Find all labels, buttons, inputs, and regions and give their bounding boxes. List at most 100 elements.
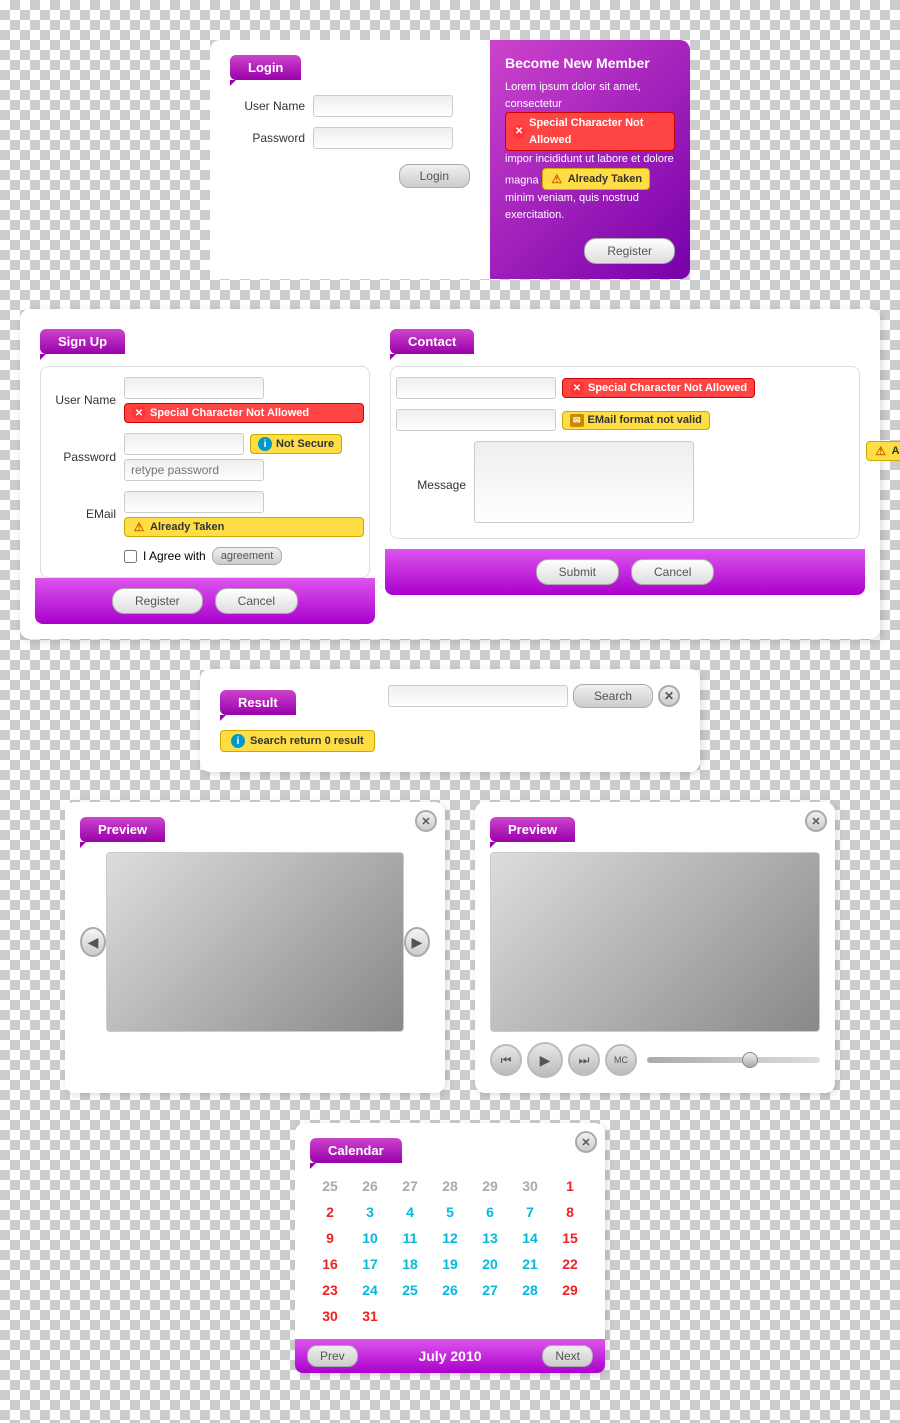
signup-username-label: User Name bbox=[46, 393, 116, 407]
email-icon: ✉ bbox=[570, 414, 584, 427]
calendar-day[interactable]: 15 bbox=[550, 1225, 590, 1251]
volume-slider[interactable] bbox=[647, 1057, 820, 1063]
calendar-day[interactable]: 8 bbox=[550, 1199, 590, 1225]
volume-knob[interactable] bbox=[742, 1052, 758, 1068]
agreement-link[interactable]: agreement bbox=[212, 547, 283, 565]
calendar-day[interactable]: 28 bbox=[430, 1173, 470, 1199]
password-label: Password bbox=[230, 131, 305, 145]
contact-message-textarea[interactable] bbox=[474, 441, 694, 523]
login-left-section: Login User Name Password Login bbox=[210, 40, 490, 279]
calendar-day[interactable]: 25 bbox=[390, 1277, 430, 1303]
calendar-prev-button[interactable]: Prev bbox=[307, 1345, 358, 1367]
calendar-day[interactable]: 20 bbox=[470, 1251, 510, 1277]
signup-register-button[interactable]: Register bbox=[112, 588, 203, 614]
calendar-day[interactable] bbox=[470, 1303, 510, 1329]
signup-email-input[interactable] bbox=[124, 491, 264, 513]
calendar-day[interactable]: 21 bbox=[510, 1251, 550, 1277]
register-button[interactable]: Register bbox=[584, 238, 675, 264]
calendar-day[interactable]: 31 bbox=[350, 1303, 390, 1329]
login-button[interactable]: Login bbox=[399, 164, 470, 188]
preview-row: ✕ Preview ◀ ▶ ✕ Preview ⏮ ▶ ⏭ MC bbox=[20, 802, 880, 1093]
contact-email-format-badge: ✉ EMail format not valid bbox=[562, 411, 710, 430]
signup-special-char-badge: ✕ Special Character Not Allowed bbox=[124, 403, 364, 423]
lorem-text: Lorem ipsum dolor sit amet, consectetur … bbox=[505, 79, 675, 223]
signup-password-input[interactable] bbox=[124, 433, 244, 455]
calendar-day[interactable]: 17 bbox=[350, 1251, 390, 1277]
contact-field1-input[interactable] bbox=[396, 377, 556, 399]
search-input[interactable] bbox=[388, 685, 568, 707]
preview-left-close-button[interactable]: ✕ bbox=[415, 810, 437, 832]
calendar-day[interactable]: 1 bbox=[550, 1173, 590, 1199]
calendar-day[interactable]: 29 bbox=[550, 1277, 590, 1303]
prev-arrow-button[interactable]: ◀ bbox=[80, 927, 106, 957]
calendar-day[interactable]: 7 bbox=[510, 1199, 550, 1225]
calendar-tab[interactable]: Calendar bbox=[310, 1138, 402, 1163]
calendar-day[interactable]: 2 bbox=[310, 1199, 350, 1225]
volume-button[interactable]: MC bbox=[605, 1044, 637, 1076]
calendar-close-button[interactable]: ✕ bbox=[575, 1131, 597, 1153]
calendar-day[interactable] bbox=[390, 1303, 430, 1329]
calendar-day[interactable]: 27 bbox=[470, 1277, 510, 1303]
calendar-grid: 2526272829301234567891011121314151617181… bbox=[310, 1173, 590, 1329]
signup-cancel-button[interactable]: Cancel bbox=[215, 588, 298, 614]
calendar-day[interactable]: 3 bbox=[350, 1199, 390, 1225]
calendar-day[interactable] bbox=[430, 1303, 470, 1329]
calendar-day[interactable]: 30 bbox=[510, 1173, 550, 1199]
calendar-day[interactable]: 12 bbox=[430, 1225, 470, 1251]
calendar-day[interactable]: 4 bbox=[390, 1199, 430, 1225]
signup-contact-panel: Sign Up User Name ✕ Special Character No… bbox=[20, 309, 880, 639]
result-tab[interactable]: Result bbox=[220, 690, 296, 715]
calendar-day[interactable]: 26 bbox=[430, 1277, 470, 1303]
preview-panel-left: ✕ Preview ◀ ▶ bbox=[65, 802, 445, 1093]
signup-email-row: EMail ⚠ Already Taken bbox=[46, 491, 364, 537]
skip-back-button[interactable]: ⏮ bbox=[490, 1044, 522, 1076]
play-button[interactable]: ▶ bbox=[527, 1042, 563, 1078]
calendar-day[interactable]: 24 bbox=[350, 1277, 390, 1303]
preview-left-tab[interactable]: Preview bbox=[80, 817, 165, 842]
calendar-day[interactable]: 14 bbox=[510, 1225, 550, 1251]
calendar-day[interactable]: 18 bbox=[390, 1251, 430, 1277]
calendar-day[interactable]: 25 bbox=[310, 1173, 350, 1199]
next-arrow-button[interactable]: ▶ bbox=[404, 927, 430, 957]
signup-username-input[interactable] bbox=[124, 377, 264, 399]
calendar-day[interactable]: 26 bbox=[350, 1173, 390, 1199]
error-x-icon: ✕ bbox=[513, 125, 525, 139]
preview-right-tab[interactable]: Preview bbox=[490, 817, 575, 842]
calendar-day[interactable]: 23 bbox=[310, 1277, 350, 1303]
calendar-day[interactable]: 19 bbox=[430, 1251, 470, 1277]
calendar-day[interactable]: 29 bbox=[470, 1173, 510, 1199]
search-panel: Result Search ✕ i Search return 0 result bbox=[200, 669, 700, 772]
calendar-day[interactable]: 22 bbox=[550, 1251, 590, 1277]
calendar-next-button[interactable]: Next bbox=[542, 1345, 593, 1367]
calendar-day[interactable]: 10 bbox=[350, 1225, 390, 1251]
preview-left-screen bbox=[106, 852, 404, 1032]
contact-cancel-button[interactable]: Cancel bbox=[631, 559, 714, 585]
signup-tab[interactable]: Sign Up bbox=[40, 329, 125, 354]
signup-password-row: Password i Not Secure bbox=[46, 433, 364, 481]
login-password-input[interactable] bbox=[313, 127, 453, 149]
signup-retype-input[interactable] bbox=[124, 459, 264, 481]
skip-forward-button[interactable]: ⏭ bbox=[568, 1044, 600, 1076]
calendar-day[interactable]: 13 bbox=[470, 1225, 510, 1251]
login-right-section: Become New Member Lorem ipsum dolor sit … bbox=[490, 40, 690, 279]
contact-submit-button[interactable]: Submit bbox=[536, 559, 619, 585]
agree-checkbox[interactable] bbox=[124, 550, 137, 563]
search-clear-button[interactable]: ✕ bbox=[658, 685, 680, 707]
calendar-day[interactable] bbox=[510, 1303, 550, 1329]
preview-right-close-button[interactable]: ✕ bbox=[805, 810, 827, 832]
calendar-day[interactable]: 30 bbox=[310, 1303, 350, 1329]
calendar-day[interactable]: 6 bbox=[470, 1199, 510, 1225]
contact-tab[interactable]: Contact bbox=[390, 329, 474, 354]
login-tab[interactable]: Login bbox=[230, 55, 301, 80]
calendar-day[interactable]: 27 bbox=[390, 1173, 430, 1199]
search-button[interactable]: Search bbox=[573, 684, 653, 708]
agree-row: I Agree with agreement bbox=[124, 547, 364, 565]
calendar-day[interactable] bbox=[550, 1303, 590, 1329]
calendar-day[interactable]: 28 bbox=[510, 1277, 550, 1303]
calendar-day[interactable]: 11 bbox=[390, 1225, 430, 1251]
calendar-day[interactable]: 16 bbox=[310, 1251, 350, 1277]
calendar-day[interactable]: 9 bbox=[310, 1225, 350, 1251]
contact-field2-input[interactable] bbox=[396, 409, 556, 431]
login-username-input[interactable] bbox=[313, 95, 453, 117]
calendar-day[interactable]: 5 bbox=[430, 1199, 470, 1225]
